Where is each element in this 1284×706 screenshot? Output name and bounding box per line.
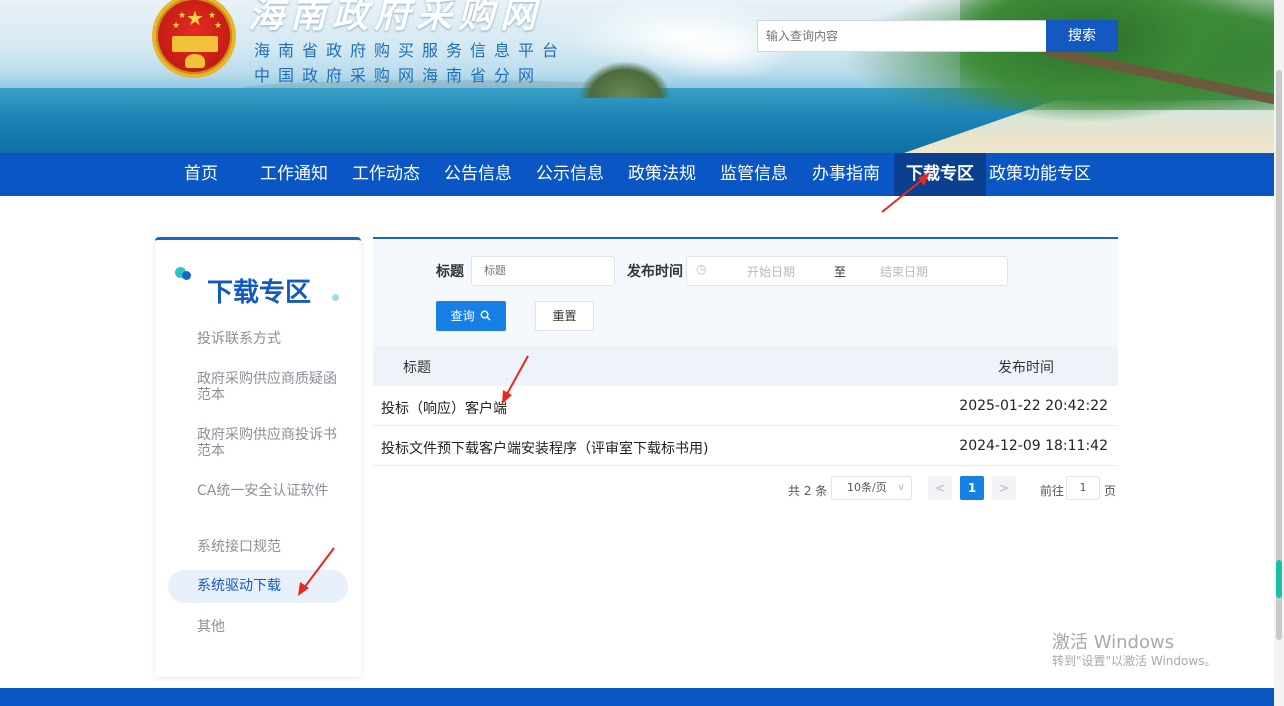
reset-button[interactable]: 重置 [535, 301, 594, 331]
emblem-star: ★ [178, 11, 187, 21]
annotation-arrow-icon [298, 547, 335, 596]
search-input[interactable] [757, 20, 1047, 52]
date-range-picker[interactable]: ◷ 开始日期 至 结束日期 [686, 256, 1008, 286]
end-date-input[interactable]: 结束日期 [880, 263, 928, 280]
site-subtitle-2: 中国政府采购网海南省分网 [254, 66, 543, 85]
column-header-title: 标题 [403, 360, 431, 376]
annotation-arrow-icon [502, 355, 529, 404]
table-row[interactable]: 投标文件预下载客户端安装程序（评审室下载标书用) 2024-12-09 18:1… [373, 426, 1118, 466]
date-separator: 至 [834, 265, 847, 279]
emblem-star: ★ [208, 11, 217, 21]
title-filter-input[interactable] [471, 256, 615, 286]
column-header-time: 发布时间 [998, 360, 1054, 376]
sidebar-item-inquiry-template[interactable]: 政府采购供应商质疑函范本 [197, 371, 337, 403]
scrollbar-marker [1276, 560, 1282, 598]
activation-watermark-subtitle: 转到"设置"以激活 Windows。 [1052, 654, 1217, 668]
prev-page-button[interactable]: < [928, 476, 952, 500]
table-header: 标题 发布时间 [373, 346, 1118, 386]
page-number-button[interactable]: 1 [960, 476, 984, 500]
nav-item-announcements[interactable]: 公告信息 [444, 153, 512, 196]
row-time: 2025-01-22 20:42:22 [959, 398, 1108, 414]
sidebar-title: 下载专区 [207, 278, 312, 308]
chevron-left-icon: < [934, 481, 946, 495]
national-emblem-logo: ★ ★ ★ ★ ★ [152, 0, 236, 78]
clock-icon: ◷ [696, 262, 707, 276]
query-button-label: 查询 [450, 309, 475, 323]
page-size-select[interactable]: 10条/页 ∨ [831, 476, 912, 500]
page-size-value: 10条/页 [847, 481, 887, 494]
nav-item-publicity[interactable]: 公示信息 [536, 153, 604, 196]
search-icon [480, 310, 492, 321]
total-count: 共 2 条 [788, 484, 828, 498]
main-nav: 首页 工作通知 工作动态 公告信息 公示信息 政策法规 监管信息 办事指南 下载… [0, 153, 1274, 196]
page-suffix: 页 [1104, 484, 1117, 498]
sidebar-item-complaint-template[interactable]: 政府采购供应商投诉书范本 [197, 427, 337, 459]
nav-item-work-notice[interactable]: 工作通知 [260, 153, 328, 196]
emblem-wheel [185, 54, 205, 68]
search-filter-panel: 标题 发布时间 ◷ 开始日期 至 结束日期 查询 重置 [373, 237, 1118, 347]
annotation-arrow-icon [881, 172, 930, 213]
pagination: 共 2 条 10条/页 ∨ < 1 > 前往 1 页 [373, 476, 1118, 502]
search-button[interactable]: 搜索 [1046, 20, 1118, 52]
row-title-link[interactable]: 投标（响应）客户端 [381, 398, 507, 418]
emblem-star: ★ [214, 21, 223, 31]
nav-item-policy-functions[interactable]: 政策功能专区 [989, 153, 1091, 196]
title-filter-label: 标题 [436, 264, 464, 280]
nav-item-guide[interactable]: 办事指南 [812, 153, 880, 196]
sidebar-item-other[interactable]: 其他 [197, 619, 337, 635]
sidebar-item-complaint-contact[interactable]: 投诉联系方式 [197, 331, 337, 347]
site-title: 海南政府采购网 [248, 0, 543, 36]
row-title-link[interactable]: 投标文件预下载客户端安装程序（评审室下载标书用) [381, 438, 708, 458]
site-subtitle-1: 海南省政府购买服务信息平台 [254, 41, 567, 60]
goto-page-input[interactable]: 1 [1066, 476, 1100, 500]
emblem-gate [172, 36, 218, 52]
island [580, 62, 670, 98]
nav-item-policies[interactable]: 政策法规 [628, 153, 696, 196]
decor-dot [332, 294, 339, 301]
activation-watermark-title: 激活 Windows [1052, 632, 1175, 653]
nav-item-work-news[interactable]: 工作动态 [352, 153, 420, 196]
decor-dot [182, 271, 191, 280]
scrollbar-thumb[interactable] [1276, 70, 1282, 640]
emblem-star: ★ [172, 21, 181, 31]
emblem-star: ★ [186, 6, 204, 30]
chevron-down-icon: ∨ [897, 482, 905, 493]
sidebar-item-ca-software[interactable]: CA统一安全认证软件 [197, 483, 337, 499]
nav-item-supervision[interactable]: 监管信息 [720, 153, 788, 196]
download-table: 标题 发布时间 投标（响应）客户端 2025-01-22 20:42:22 投标… [373, 346, 1118, 466]
goto-label: 前往 [1040, 484, 1065, 498]
row-time: 2024-12-09 18:11:42 [959, 438, 1108, 454]
table-row[interactable]: 投标（响应）客户端 2025-01-22 20:42:22 [373, 386, 1118, 426]
nav-item-home[interactable]: 首页 [184, 153, 218, 196]
next-page-button[interactable]: > [992, 476, 1016, 500]
sidebar: 下载专区 投诉联系方式 政府采购供应商质疑函范本 政府采购供应商投诉书范本 CA… [155, 237, 361, 677]
query-button[interactable]: 查询 [436, 301, 506, 331]
start-date-input[interactable]: 开始日期 [747, 263, 795, 280]
chevron-right-icon: > [998, 481, 1010, 495]
page-footer [0, 688, 1274, 706]
date-filter-label: 发布时间 [627, 264, 683, 280]
